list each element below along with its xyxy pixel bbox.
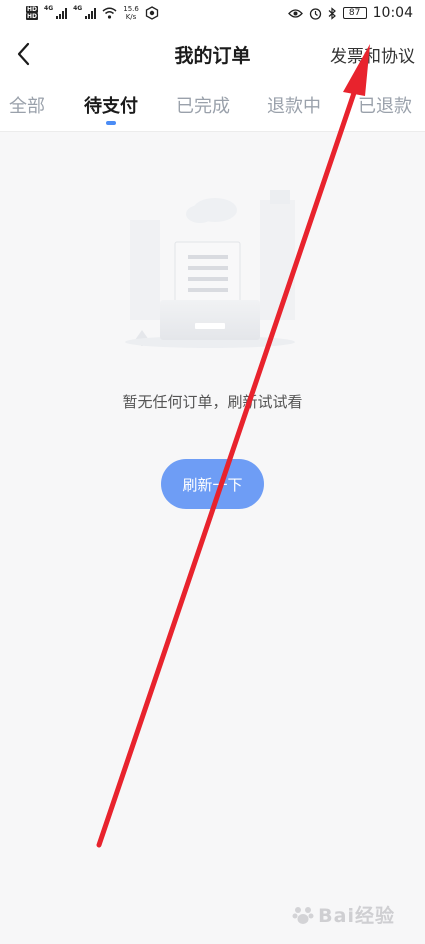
tab-refunded[interactable]: 已退款 xyxy=(358,92,412,118)
battery-indicator: 87 xyxy=(342,7,367,19)
watermark-text: Bai经验 xyxy=(318,905,395,927)
status-bar: HD HD 4G 4G 15.6 K/s 87 10:04 xyxy=(0,0,425,26)
empty-state-message: 暂无任何订单，刷新试试看 xyxy=(122,393,303,411)
eye-icon xyxy=(287,8,303,18)
status-time: 10:04 xyxy=(372,5,413,21)
tab-completed[interactable]: 已完成 xyxy=(176,92,230,118)
bluetooth-icon xyxy=(328,6,336,20)
tab-pending-payment[interactable]: 待支付 xyxy=(84,92,138,118)
status-bar-right: 87 10:04 xyxy=(287,5,413,21)
hd-label-2: HD xyxy=(26,13,39,20)
speed-unit: K/s xyxy=(125,13,137,21)
status-bar-left: HD HD 4G 4G 15.6 K/s xyxy=(26,5,159,21)
tab-all[interactable]: 全部 xyxy=(9,92,45,118)
watermark: Bai经验 xyxy=(292,901,395,928)
signal-icon-2 xyxy=(85,7,97,19)
refresh-button[interactable]: 刷新一下 xyxy=(161,459,264,509)
network-type-2: 4G xyxy=(73,5,83,12)
app-notification-icon xyxy=(145,6,158,20)
invoice-agreement-link[interactable]: 发票和协议 xyxy=(330,42,415,67)
network-type-1: 4G xyxy=(44,5,54,12)
hd-badge: HD HD xyxy=(26,6,39,20)
active-tab-indicator xyxy=(106,121,116,125)
signal-icon xyxy=(56,7,68,19)
wifi-icon xyxy=(102,7,117,19)
empty-orders-illustration xyxy=(125,190,295,348)
network-speed: 15.6 K/s xyxy=(123,5,139,21)
hd-label-1: HD xyxy=(26,6,39,13)
paw-logo-icon xyxy=(292,906,314,924)
tab-refunding[interactable]: 退款中 xyxy=(267,92,321,118)
alarm-icon xyxy=(309,7,321,20)
order-tabs: 全部 待支付 已完成 退款中 已退款 xyxy=(0,82,425,132)
speed-value: 15.6 xyxy=(123,5,139,13)
app-header: 我的订单 发票和协议 xyxy=(0,26,425,82)
